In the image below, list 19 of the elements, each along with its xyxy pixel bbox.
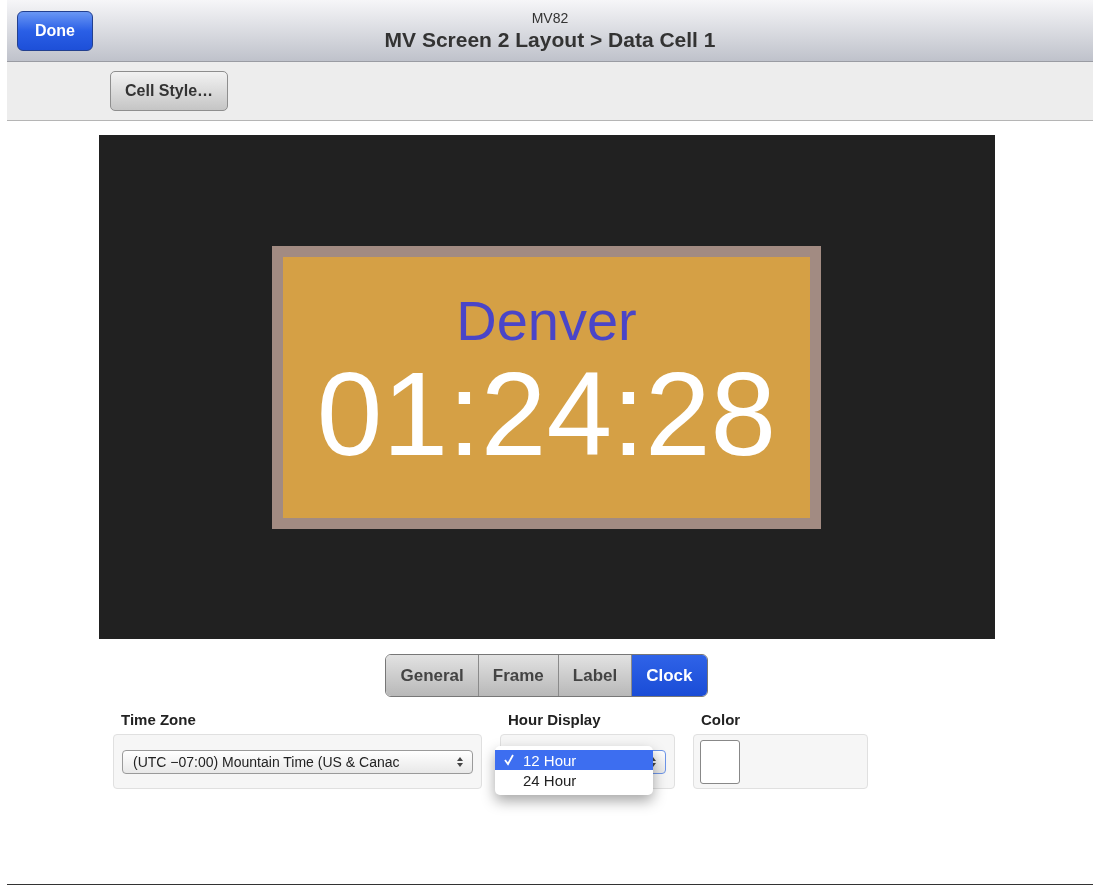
- tab[interactable]: Clock: [631, 655, 707, 696]
- device-subtitle: MV82: [531, 9, 569, 26]
- color-swatch[interactable]: [700, 739, 740, 784]
- time-zone-select[interactable]: (UTC −07:00) Mountain Time (US & Canac: [122, 749, 473, 774]
- city-label: Denver: [456, 293, 637, 349]
- done-button[interactable]: Done: [17, 10, 93, 51]
- window-title: MV Screen 2 Layout > Data Cell 1: [384, 27, 716, 52]
- tab[interactable]: General: [386, 655, 478, 696]
- field-label: Color: [700, 711, 742, 728]
- cell-style-button[interactable]: Cell Style…: [110, 71, 229, 111]
- checkmark-icon: [503, 754, 515, 766]
- tab[interactable]: Label: [557, 655, 632, 696]
- menu-item[interactable]: 24 Hour: [495, 770, 653, 790]
- tab[interactable]: Frame: [477, 655, 558, 696]
- updown-arrows-icon: [456, 755, 464, 768]
- menu-item[interactable]: 12 Hour: [495, 750, 653, 770]
- field-label: Time Zone: [120, 711, 197, 728]
- field-label: Hour Display: [507, 711, 602, 728]
- clock-time: 01:24:28: [316, 355, 777, 473]
